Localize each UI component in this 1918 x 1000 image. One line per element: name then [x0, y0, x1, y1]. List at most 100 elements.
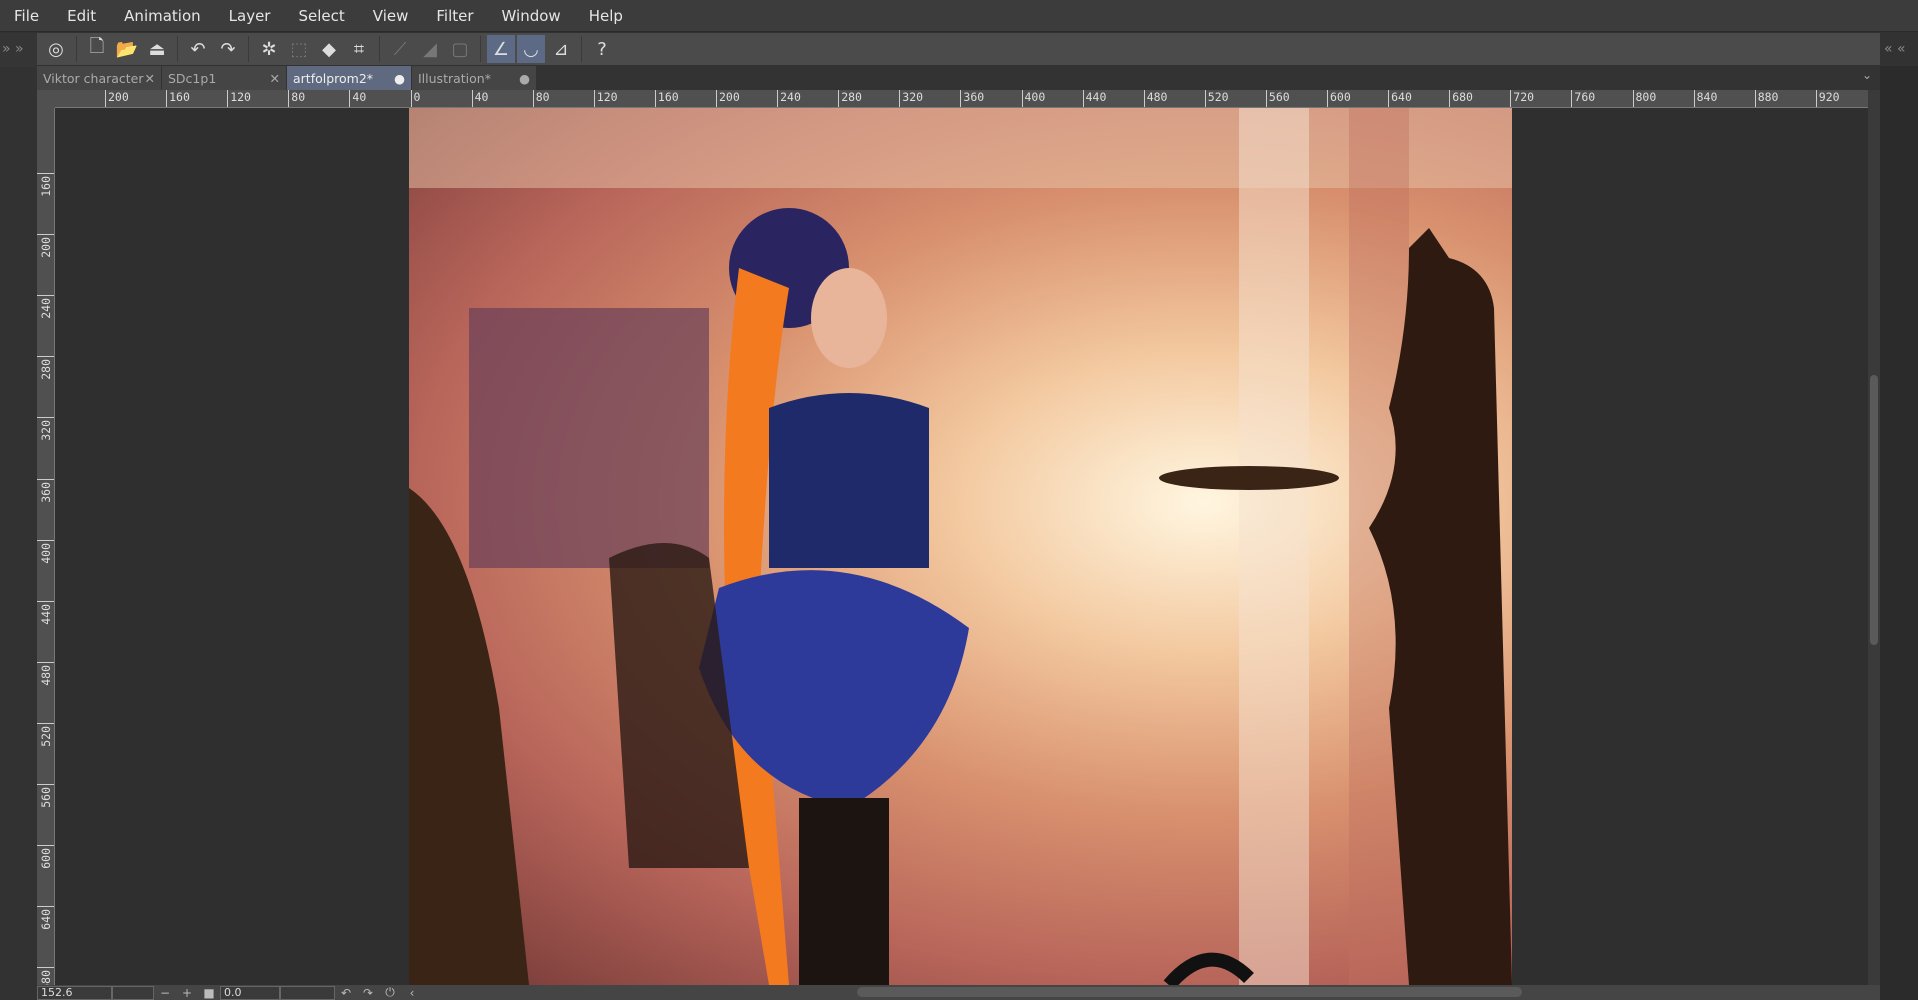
rotation-slider[interactable] — [280, 985, 335, 1000]
scroll-left-button[interactable]: ‹ — [401, 986, 423, 1000]
command-bar: ◎ 🗋 📂 ⏏ ↶ ↷ ✲ ⬚ ◆ ⌗ ⟋ ◢ ▢ ∠ ◡ ⊿? — [37, 33, 1880, 65]
rotate-right-button[interactable]: ↷ — [357, 986, 379, 1000]
fill-icon[interactable]: ◆ — [315, 35, 343, 63]
menu-filter[interactable]: Filter — [422, 7, 487, 25]
ruler-label: 520 — [1204, 90, 1229, 107]
ruler-label-text: 480 — [39, 664, 53, 686]
expand-left-panel-button[interactable]: » » — [0, 33, 37, 67]
tab-artfolprom2-[interactable]: artfolprom2* ● — [287, 66, 412, 90]
frame-icon[interactable]: ▢ — [446, 35, 474, 63]
zoom-slider[interactable] — [112, 985, 154, 1000]
ruler-label: 480 — [1143, 90, 1167, 107]
tab-label: Illustration* — [418, 70, 491, 86]
reset-rotation-button[interactable]: ⏻ — [379, 985, 401, 1000]
toolbar-separator — [76, 36, 77, 62]
snap-ruler-icon[interactable]: ∠ — [487, 35, 515, 63]
zoom-in-button[interactable]: + — [176, 986, 198, 1000]
ruler-label: 560 — [1265, 90, 1290, 107]
tab-close-button[interactable]: ✕ — [145, 71, 155, 86]
ruler-label: 840 — [1693, 90, 1717, 107]
invert-selection-icon[interactable]: ⬚ — [285, 35, 313, 63]
ruler-label: 440 — [37, 600, 54, 661]
ruler-label-text: 640 — [39, 909, 53, 930]
ruler-label-text: 280 — [39, 359, 53, 381]
ruler-label: 520 — [37, 722, 54, 783]
ruler-label: 320 — [37, 417, 54, 477]
tabs-dropdown-icon[interactable]: ⌄ — [1862, 68, 1872, 82]
ruler-label: 160 — [37, 173, 54, 233]
menu-window[interactable]: Window — [488, 7, 575, 25]
menu-edit[interactable]: Edit — [53, 7, 110, 25]
ruler-label-text: 520 — [39, 725, 53, 747]
tab-close-button[interactable]: ● — [394, 71, 405, 86]
menu-help[interactable]: Help — [575, 7, 637, 25]
ruler-label: 360 — [37, 478, 54, 539]
status-bar: 152.6 − + ■ 0.0 ↶ ↷ ⏻ ‹ — [37, 985, 1880, 1000]
ruler-label: 560 — [37, 784, 54, 844]
transform-icon[interactable]: ⌗ — [345, 35, 373, 63]
zoom-out-button[interactable]: − — [154, 986, 176, 1000]
tab-close-button[interactable]: ● — [519, 71, 530, 86]
menu-layer[interactable]: Layer — [215, 7, 285, 25]
tab-close-button[interactable]: ✕ — [270, 71, 280, 86]
ruler-label: 680 — [37, 967, 54, 985]
ruler-label: 200 — [716, 90, 740, 107]
ruler-label: 280 — [37, 356, 54, 416]
snap-grid-icon[interactable]: ⊿ — [547, 35, 575, 63]
clip-studio-logo-icon[interactable]: ◎ — [42, 35, 70, 63]
new-canvas-icon[interactable]: 🗋 — [83, 35, 111, 63]
ruler-label-text: 560 — [39, 787, 53, 808]
fit-button[interactable]: ■ — [198, 986, 220, 1000]
horizontal-scrollbar-thumb[interactable] — [857, 987, 1522, 997]
zoom-level-field[interactable]: 152.6 — [37, 985, 112, 1000]
tab-illustration-[interactable]: Illustration* ● — [412, 66, 537, 90]
artwork-illustration — [409, 108, 1512, 985]
document-tabs: ⌄ Viktor character ✕ SDc1p1 ✕ artfolprom2* ● I… — [37, 66, 1880, 90]
undo-icon[interactable]: ↶ — [184, 35, 212, 63]
toolbar-separator — [248, 36, 249, 62]
ruler-label: 360 — [960, 90, 984, 107]
vertical-scrollbar-thumb[interactable] — [1870, 375, 1878, 645]
horizontal-ruler: 200 160 120 80 40 0 40 80 120 160 200 240 280 320 360 4… — [55, 90, 1868, 108]
artwork-canvas[interactable] — [409, 108, 1512, 985]
canvas-area[interactable] — [55, 108, 1868, 985]
save-export-icon[interactable]: ⏏ — [143, 35, 171, 63]
ruler-label-text: 400 — [39, 542, 53, 564]
ruler-label-text: 600 — [39, 848, 53, 869]
ruler-label: 320 — [899, 90, 923, 107]
ruler-label: 600 — [37, 845, 54, 905]
snap-special-ruler-icon[interactable]: ◡ — [517, 35, 545, 63]
tab-label: Viktor character — [43, 70, 144, 86]
ruler-label: 760 — [1571, 90, 1595, 107]
tab-viktor-character[interactable]: Viktor character ✕ — [37, 66, 162, 90]
menu-animation[interactable]: Animation — [110, 7, 214, 25]
ruler-label: 920 — [1815, 90, 1840, 107]
ruler-label-text: 200 — [39, 237, 53, 258]
ruler-off-icon[interactable]: ⟋ — [386, 35, 414, 63]
expand-right-panel-button[interactable]: « « — [1880, 33, 1918, 67]
ruler-label-text: 360 — [39, 481, 53, 503]
menu-view[interactable]: View — [359, 7, 423, 25]
menu-select[interactable]: Select — [284, 7, 358, 25]
tab-label: artfolprom2* — [293, 70, 374, 86]
tab-label: SDc1p1 — [168, 70, 217, 86]
ruler-label: 40 — [349, 90, 366, 107]
tab-sdc1p1[interactable]: SDc1p1 ✕ — [162, 66, 287, 90]
rotation-angle-field[interactable]: 0.0 — [220, 985, 280, 1000]
toolbar-separator — [581, 36, 582, 62]
menu-file[interactable]: File — [0, 7, 53, 25]
ruler-label: 400 — [1021, 90, 1045, 107]
help-icon[interactable]: ? — [588, 35, 616, 63]
open-folder-icon[interactable]: 📂 — [113, 35, 141, 63]
ruler-label: 640 — [1388, 90, 1412, 107]
perspective-ruler-icon[interactable]: ◢ — [416, 35, 444, 63]
ruler-label: 240 — [777, 90, 801, 107]
ruler-label-text: 440 — [39, 603, 53, 625]
rotate-left-button[interactable]: ↶ — [335, 986, 357, 1000]
vertical-scrollbar[interactable] — [1868, 90, 1880, 985]
clear-selection-icon[interactable]: ✲ — [255, 35, 283, 63]
redo-icon[interactable]: ↷ — [214, 35, 242, 63]
toolbar-separator — [177, 36, 178, 62]
ruler-label: 80 — [288, 90, 305, 107]
ruler-label: 200 — [105, 90, 129, 107]
